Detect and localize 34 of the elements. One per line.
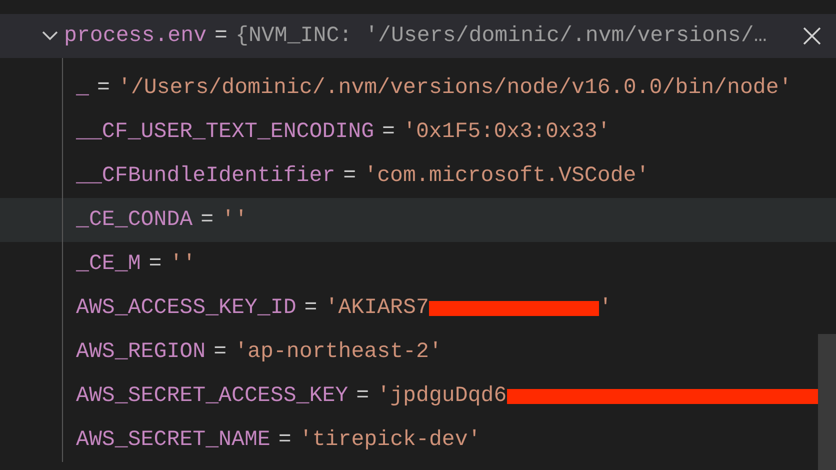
variable-name: AWS_SECRET_NAME bbox=[76, 426, 270, 454]
variable-value: '0x1F5:0x3:0x33' bbox=[403, 118, 610, 146]
variable-value: 'AKIARS7 bbox=[325, 294, 429, 322]
variable-value: 'jpdguDqd6 bbox=[377, 382, 507, 410]
equals-sign: = bbox=[343, 162, 356, 190]
variable-name: AWS_SECRET_ACCESS_KEY bbox=[76, 382, 348, 410]
equals-sign: = bbox=[214, 22, 228, 50]
variable-name: _CE_CONDA bbox=[76, 206, 193, 234]
close-button[interactable] bbox=[802, 26, 822, 46]
equals-sign: = bbox=[214, 338, 227, 366]
variable-value: '' bbox=[222, 206, 248, 234]
variable-value: ' bbox=[598, 294, 612, 322]
variable-name: __CF_USER_TEXT_ENCODING bbox=[76, 118, 374, 146]
variable-name: __CFBundleIdentifier bbox=[76, 162, 336, 190]
variable-value: '' bbox=[170, 250, 196, 278]
equals-sign: = bbox=[96, 74, 110, 102]
variable-value: '/Users/dominic/.nvm/versions/node/v16.0.0/bin/node' bbox=[118, 74, 792, 102]
equals-sign: = bbox=[382, 118, 396, 146]
equals-sign: = bbox=[356, 382, 370, 410]
equals-sign: = bbox=[148, 250, 162, 278]
variable-value: 'com.microsoft.VSCode' bbox=[364, 162, 650, 190]
value-preview: {NVM_INC: '/Users/dominic/.nvm/versions/… bbox=[236, 22, 768, 50]
equals-sign: = bbox=[278, 426, 292, 454]
selected-row-highlight[interactable]: _CE_CONDA = '' bbox=[0, 198, 836, 242]
variable-name: AWS_REGION bbox=[76, 338, 206, 366]
variable-value: 'tirepick-dev' bbox=[299, 426, 481, 454]
variable-name: _CE_M bbox=[76, 250, 141, 278]
variable-name: AWS_ACCESS_KEY_ID bbox=[76, 294, 296, 322]
equals-sign: = bbox=[200, 206, 214, 234]
variable-name: _ bbox=[76, 74, 89, 102]
variable-value: 'ap-northeast-2' bbox=[234, 338, 442, 366]
close-icon bbox=[802, 26, 822, 46]
equals-sign: = bbox=[304, 294, 318, 322]
variable-name: process.env bbox=[64, 22, 207, 50]
